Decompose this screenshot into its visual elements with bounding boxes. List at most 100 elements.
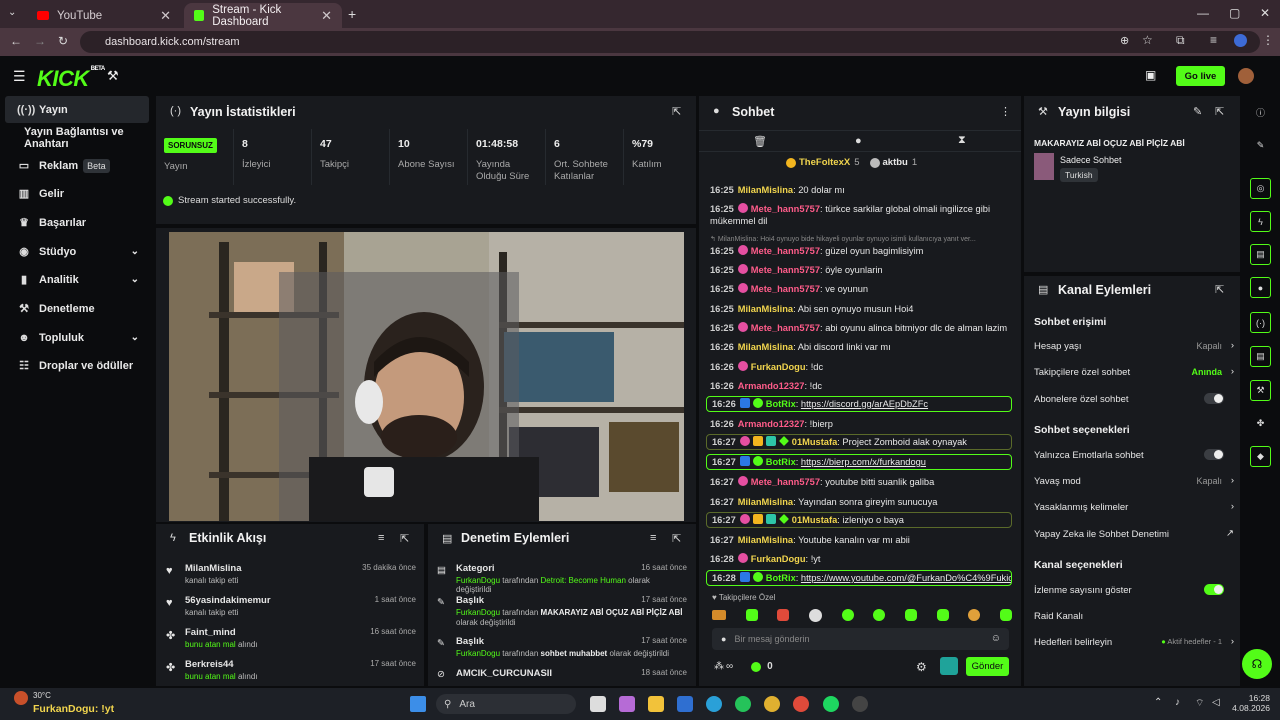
chat-message[interactable]: 16:27 MilanMislina: Yayından sonra gireyi… xyxy=(710,496,1010,508)
tab-list-chevron-icon[interactable]: ⌄ xyxy=(8,7,16,18)
sidebar-item-yayin[interactable]: ((·)) Yayın xyxy=(5,96,149,123)
msg-link[interactable]: https://discord.gg/arAEpDbZFc xyxy=(801,399,928,409)
sidebar-item-analitik[interactable]: ▮ Analitik ⌄ xyxy=(5,266,149,293)
go-live-button[interactable]: Go live xyxy=(1176,66,1225,86)
store-icon[interactable] xyxy=(677,696,693,712)
hamburger-menu-icon[interactable]: ☰ xyxy=(13,68,26,85)
sidebar-item-droplar[interactable]: ☷ Droplar ve ödüller xyxy=(5,352,149,379)
emote-icon[interactable] xyxy=(841,609,854,621)
clock[interactable]: 16:28 4.08.2026 xyxy=(1226,693,1270,713)
msg-user[interactable]: Mete_hann5757 xyxy=(751,323,820,333)
sidebar-item-denetleme[interactable]: ⚒ Denetleme xyxy=(5,295,149,322)
pinned-user-name[interactable]: aktbu xyxy=(883,157,908,168)
msg-link[interactable]: https://bierp.com/x/furkandogu xyxy=(801,457,926,467)
popout-icon[interactable]: ⇱ xyxy=(400,532,409,545)
info-icon[interactable]: ⓘ xyxy=(1250,102,1271,123)
wifi-icon[interactable]: ⌔ xyxy=(1195,697,1204,710)
chat-message-highlighted[interactable]: 16:27 BotRix: https://bierp.com/x/furkand… xyxy=(706,454,1012,470)
chat-message[interactable]: 16:26 Armando12327: !bierp xyxy=(710,418,1010,430)
stream-tag[interactable]: Turkish xyxy=(1060,168,1098,182)
close-icon[interactable]: ✕ xyxy=(160,8,171,24)
emote-icon[interactable] xyxy=(904,609,917,621)
chat-message-highlighted[interactable]: 16:27 01Mustafa: izleniyo o baya xyxy=(706,512,1012,528)
sidebar-item-gelir[interactable]: ▥ Gelir xyxy=(5,180,149,207)
chat-message[interactable]: 16:28 FurkanDogu: !yt xyxy=(710,553,1010,565)
wrench-icon[interactable]: ⚒ xyxy=(107,68,119,84)
kick-logo[interactable]: KICK BETA xyxy=(37,66,105,92)
forward-icon[interactable]: → xyxy=(34,34,46,48)
user-avatar[interactable] xyxy=(1238,68,1254,84)
sidebar-item-stream-key[interactable]: Yayın Bağlantısı ve Anahtarı xyxy=(5,124,149,151)
chat-message[interactable]: 16:25 MilanMislina: 20 dolar mı xyxy=(710,184,1010,196)
wrench-icon[interactable]: ⚒ xyxy=(1250,380,1271,401)
msg-user[interactable]: FurkanDogu xyxy=(751,554,806,564)
emote-icon[interactable] xyxy=(712,610,726,620)
tag-icon[interactable]: ◆ xyxy=(1250,446,1271,467)
msg-user[interactable]: Mete_hann5757 xyxy=(751,284,820,294)
popout-icon[interactable]: ⇱ xyxy=(672,105,681,118)
trash-icon[interactable]: 🗑 xyxy=(753,135,767,148)
chrome-icon[interactable] xyxy=(764,696,780,712)
setting-banned-words[interactable]: Yasaklanmış kelimeler › xyxy=(1034,501,1234,513)
maximize-icon[interactable]: ▢ xyxy=(1229,6,1240,20)
msg-link[interactable]: https://www.youtube.com/@FurkanDo%C4%9Fu… xyxy=(801,573,1011,583)
emote-icon[interactable] xyxy=(936,609,949,621)
emote-icon[interactable] xyxy=(999,609,1012,621)
msg-user[interactable]: BotRix xyxy=(766,457,796,467)
setting-account-age[interactable]: Hesap yaşı Kapalı › xyxy=(1034,340,1234,352)
lightning-icon[interactable]: ϟ xyxy=(1250,211,1271,232)
pinned-user-name[interactable]: TheFoltexX xyxy=(799,157,850,168)
setting-raid[interactable]: Raid Kanalı xyxy=(1034,611,1234,622)
emote-icon[interactable] xyxy=(745,609,758,621)
tab-youtube[interactable]: YouTube ✕ xyxy=(27,3,181,28)
msg-user[interactable]: Mete_hann5757 xyxy=(751,265,820,275)
msg-user[interactable]: FurkanDogu xyxy=(751,362,806,372)
task-view-icon[interactable] xyxy=(590,696,606,712)
extensions-icon[interactable]: ⧉ xyxy=(1176,33,1185,48)
chat-message[interactable]: 16:26 MilanMislina: Abi discord linki var… xyxy=(710,341,1010,353)
chat-message[interactable]: 16:25 MilanMislina: Abi sen oynuyo musun … xyxy=(710,303,1010,315)
zoom-icon[interactable]: ⊕ xyxy=(1120,34,1129,47)
hourglass-icon[interactable]: ⧗ xyxy=(958,134,966,147)
msg-user[interactable]: MilanMislina xyxy=(738,342,793,352)
support-headset-icon[interactable]: ☊ xyxy=(1242,649,1272,679)
filter-icon[interactable]: ≡ xyxy=(378,532,384,544)
msg-user[interactable]: BotRix xyxy=(766,399,796,409)
msg-user[interactable]: 01Mustafa xyxy=(792,437,837,447)
taskbar-search[interactable]: ⚲ Ara xyxy=(436,694,576,714)
sidebar-item-reklam[interactable]: ▭ Reklam Beta xyxy=(5,152,149,179)
chat-message-highlighted[interactable]: 16:28 BotRix: https://www.youtube.com/@Fu… xyxy=(706,570,1012,586)
chat-mode-icon[interactable]: ● xyxy=(855,135,862,147)
chat-message[interactable]: 16:25 Mete_hann5757: ve oyunun xyxy=(710,283,1010,295)
bot-app-icon[interactable] xyxy=(940,657,958,675)
msg-user[interactable]: MilanMislina xyxy=(738,497,793,507)
microphone-icon[interactable]: ♪ xyxy=(1175,697,1180,708)
bookmark-star-icon[interactable]: ☆ xyxy=(1142,33,1153,47)
chat-message[interactable]: 16:25 Mete_hann5757: öyle oyunlarin xyxy=(710,264,1010,276)
chat-message-input[interactable]: ● Bir mesaj gönderin ☺ xyxy=(712,628,1009,650)
toggle-switch[interactable] xyxy=(1204,449,1224,460)
document-icon[interactable]: ▤ xyxy=(1250,244,1271,265)
popout-icon[interactable]: ⇱ xyxy=(1215,283,1224,296)
window-close-icon[interactable]: ✕ xyxy=(1260,6,1270,20)
redeem-icon[interactable]: ✤ xyxy=(1250,413,1271,434)
emote-icon[interactable] xyxy=(968,609,981,621)
sidebar-item-studyo[interactable]: ◉ Stüdyo ⌄ xyxy=(5,238,149,265)
setting-followers-chat[interactable]: Takipçilere özel sohbet Anında › xyxy=(1034,366,1234,378)
copilot-icon[interactable] xyxy=(619,696,635,712)
tray-chevron-icon[interactable]: ⌃ xyxy=(1154,697,1162,708)
edit-icon[interactable]: ✎ xyxy=(1250,135,1271,156)
popout-icon[interactable]: ⇱ xyxy=(1215,105,1224,118)
chat-message-highlighted[interactable]: 16:26 BotRix: https://discord.gg/arAEpDbZ… xyxy=(706,396,1012,412)
emote-icon[interactable] xyxy=(777,609,790,621)
chat-message[interactable]: 16:26 Armando12327: !dc xyxy=(710,380,1010,392)
setting-slow-mode[interactable]: Yavaş mod Kapalı › xyxy=(1034,475,1234,487)
new-tab-icon[interactable]: + xyxy=(348,6,356,22)
msg-user[interactable]: 01Mustafa xyxy=(792,515,837,525)
setting-emote-only[interactable]: Yalnızca Emotlarla sohbet xyxy=(1034,449,1234,461)
chat-message[interactable]: 16:25 Mete_hann5757: abi oyunu alinca bit… xyxy=(710,322,1010,334)
msg-user[interactable]: Mete_hann5757 xyxy=(751,204,820,214)
chat-message[interactable]: 16:27 MilanMislina: Youtube kanalın var m… xyxy=(710,534,1010,546)
msg-user[interactable]: Armando12327 xyxy=(738,381,805,391)
msg-user[interactable]: MilanMislina xyxy=(738,535,793,545)
